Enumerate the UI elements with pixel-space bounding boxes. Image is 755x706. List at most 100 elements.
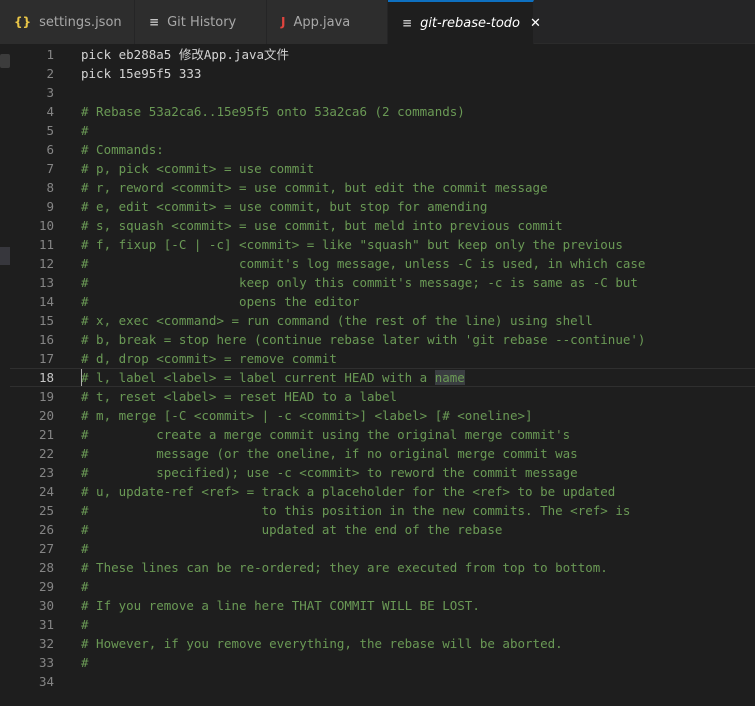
line-text: # specified); use -c <commit> to reword … bbox=[81, 465, 578, 480]
line-text: # Rebase 53a2ca6..15e95f5 onto 53a2ca6 (… bbox=[81, 104, 465, 119]
code-line[interactable]: 17 # d, drop <commit> = remove commit bbox=[10, 349, 755, 368]
line-text: # bbox=[81, 655, 89, 670]
line-number: 29 bbox=[38, 579, 54, 594]
code-line[interactable]: 22 # message (or the oneline, if no origi… bbox=[10, 444, 755, 463]
code-line[interactable]: 25 # to this position in the new commits.… bbox=[10, 501, 755, 520]
code-line[interactable]: 14 # opens the editor bbox=[10, 292, 755, 311]
tab-label: settings.json bbox=[39, 14, 122, 30]
line-text: # to this position in the new commits. T… bbox=[81, 503, 631, 518]
word-highlight: name bbox=[434, 370, 465, 385]
code-editor[interactable]: 1 pick eb288a5 修改App.java文件 2 pick 15e95f5 … bbox=[10, 44, 755, 706]
line-number: 26 bbox=[38, 522, 54, 537]
line-text: # Commands: bbox=[81, 142, 164, 157]
code-line[interactable]: 12 # commit's log message, unless -C is u… bbox=[10, 254, 755, 273]
active-indicator bbox=[0, 247, 10, 265]
line-text: # f, fixup [-C | -c] <commit> = like "sq… bbox=[81, 237, 623, 252]
code-line[interactable]: 6 # Commands: bbox=[10, 140, 755, 159]
side-panel-edge bbox=[0, 44, 10, 706]
code-line[interactable]: 34 bbox=[10, 672, 755, 691]
code-line[interactable]: 1 pick eb288a5 修改App.java文件 bbox=[10, 45, 755, 64]
line-number: 17 bbox=[38, 351, 54, 366]
line-number: 19 bbox=[38, 389, 54, 404]
code-line[interactable]: 5 # bbox=[10, 121, 755, 140]
current-line[interactable]: 18 # l, label <label> = label current HEA… bbox=[10, 368, 755, 387]
line-text: # e, edit <commit> = use commit, but sto… bbox=[81, 199, 488, 214]
tab-label: App.java bbox=[293, 14, 351, 30]
line-number: 16 bbox=[38, 332, 54, 347]
code-line[interactable]: 20 # m, merge [-C <commit> | -c <commit>]… bbox=[10, 406, 755, 425]
line-number: 4 bbox=[46, 104, 54, 119]
line-number: 27 bbox=[38, 541, 54, 556]
code-line[interactable]: 10 # s, squash <commit> = use commit, but… bbox=[10, 216, 755, 235]
code-line[interactable]: 29 # bbox=[10, 577, 755, 596]
code-line[interactable]: 31 # bbox=[10, 615, 755, 634]
line-text: # r, reword <commit> = use commit, but e… bbox=[81, 180, 548, 195]
code-line[interactable]: 4 # Rebase 53a2ca6..15e95f5 onto 53a2ca6 … bbox=[10, 102, 755, 121]
text-cursor bbox=[81, 369, 82, 386]
tab-git-rebase-todo[interactable]: ≡ git-rebase-todo ✕ bbox=[388, 0, 541, 44]
code-line[interactable]: 33 # bbox=[10, 653, 755, 672]
java-icon: J bbox=[281, 15, 286, 29]
line-text: # These lines can be re-ordered; they ar… bbox=[81, 560, 608, 575]
tab-label: git-rebase-todo bbox=[420, 15, 520, 31]
code-line[interactable]: 28 # These lines can be re-ordered; they … bbox=[10, 558, 755, 577]
line-text: # b, break = stop here (continue rebase … bbox=[81, 332, 646, 347]
code-line[interactable]: 23 # specified); use -c <commit> to rewor… bbox=[10, 463, 755, 482]
code-line[interactable]: 15 # x, exec <command> = run command (the… bbox=[10, 311, 755, 330]
line-number: 25 bbox=[38, 503, 54, 518]
line-number: 30 bbox=[38, 598, 54, 613]
code-line[interactable]: 26 # updated at the end of the rebase bbox=[10, 520, 755, 539]
line-text: pick eb288a5 修改App.java文件 bbox=[81, 47, 290, 62]
code-line[interactable]: 32 # However, if you remove everything, t… bbox=[10, 634, 755, 653]
line-number: 24 bbox=[38, 484, 54, 499]
line-number: 15 bbox=[38, 313, 54, 328]
line-number: 1 bbox=[46, 47, 54, 62]
line-number: 7 bbox=[46, 161, 54, 176]
code-line[interactable]: 13 # keep only this commit's message; -c … bbox=[10, 273, 755, 292]
code-line[interactable]: 9 # e, edit <commit> = use commit, but st… bbox=[10, 197, 755, 216]
text-file-icon: ≡ bbox=[402, 16, 413, 30]
line-number: 3 bbox=[46, 85, 54, 100]
code-line[interactable]: 21 # create a merge commit using the orig… bbox=[10, 425, 755, 444]
line-number: 22 bbox=[38, 446, 54, 461]
git-history-icon: ≡ bbox=[149, 15, 160, 29]
line-number: 18 bbox=[38, 370, 54, 385]
line-text: # bbox=[81, 617, 89, 632]
code-line[interactable]: 27 # bbox=[10, 539, 755, 558]
line-number: 5 bbox=[46, 123, 54, 138]
line-number: 11 bbox=[38, 237, 54, 252]
line-text: # p, pick <commit> = use commit bbox=[81, 161, 315, 176]
close-icon[interactable]: ✕ bbox=[530, 16, 541, 31]
json-icon: {} bbox=[14, 15, 32, 29]
line-number: 6 bbox=[46, 142, 54, 157]
line-text: # t, reset <label> = reset HEAD to a lab… bbox=[81, 389, 398, 404]
line-number: 21 bbox=[38, 427, 54, 442]
line-text: # updated at the end of the rebase bbox=[81, 522, 503, 537]
code-line[interactable]: 30 # If you remove a line here THAT COMMI… bbox=[10, 596, 755, 615]
line-number: 31 bbox=[38, 617, 54, 632]
line-text: pick 15e95f5 333 bbox=[81, 66, 202, 81]
tab-git-history[interactable]: ≡ Git History bbox=[135, 0, 267, 44]
code-line[interactable]: 7 # p, pick <commit> = use commit bbox=[10, 159, 755, 178]
line-text: # bbox=[81, 541, 89, 556]
line-number: 28 bbox=[38, 560, 54, 575]
code-line[interactable]: 11 # f, fixup [-C | -c] <commit> = like "… bbox=[10, 235, 755, 254]
line-text: # bbox=[81, 123, 89, 138]
line-text: # opens the editor bbox=[81, 294, 360, 309]
panel-edge-icon bbox=[0, 54, 10, 68]
code-line[interactable]: 24 # u, update-ref <ref> = track a placeh… bbox=[10, 482, 755, 501]
line-text: # x, exec <command> = run command (the r… bbox=[81, 313, 593, 328]
line-text: # message (or the oneline, if no origina… bbox=[81, 446, 578, 461]
code-line[interactable]: 3 bbox=[10, 83, 755, 102]
code-line[interactable]: 16 # b, break = stop here (continue rebas… bbox=[10, 330, 755, 349]
line-number: 32 bbox=[38, 636, 54, 651]
code-line[interactable]: 2 pick 15e95f5 333 bbox=[10, 64, 755, 83]
tab-settings-json[interactable]: {} settings.json bbox=[0, 0, 135, 44]
line-text: # create a merge commit using the origin… bbox=[81, 427, 571, 442]
line-text: # If you remove a line here THAT COMMIT … bbox=[81, 598, 480, 613]
tab-app-java[interactable]: J App.java bbox=[267, 0, 388, 44]
line-text: # s, squash <commit> = use commit, but m… bbox=[81, 218, 563, 233]
code-line[interactable]: 8 # r, reword <commit> = use commit, but … bbox=[10, 178, 755, 197]
code-line[interactable]: 19 # t, reset <label> = reset HEAD to a l… bbox=[10, 387, 755, 406]
line-number: 33 bbox=[38, 655, 54, 670]
